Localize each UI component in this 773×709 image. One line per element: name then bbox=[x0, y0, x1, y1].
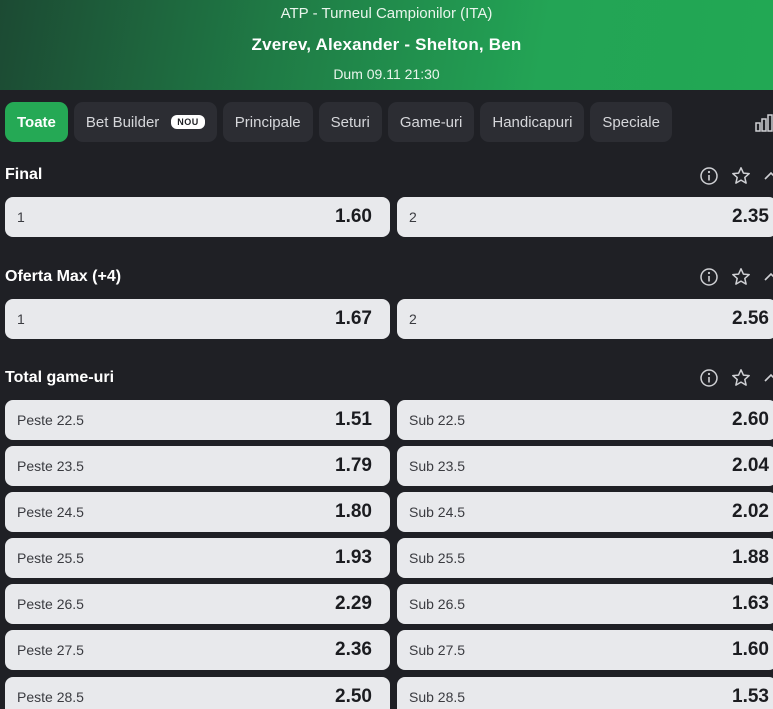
outcome-label: Sub 26.5 bbox=[409, 596, 466, 612]
odd-value: 1.51 bbox=[335, 409, 372, 430]
chevron-up-icon[interactable] bbox=[763, 368, 773, 388]
competition-name: ATP - Turneul Campionilor (ITA) bbox=[280, 5, 493, 22]
odd-button[interactable]: Sub 24.5 2.02 bbox=[397, 492, 773, 532]
match-date: Dum 09.11 21:30 bbox=[333, 66, 440, 82]
tab-seturi[interactable]: Seturi bbox=[318, 102, 382, 142]
match-title: Zverev, Alexander - Shelton, Ben bbox=[251, 35, 522, 54]
info-icon[interactable] bbox=[699, 267, 719, 287]
section-actions-total-game-uri bbox=[699, 368, 773, 388]
stats-icon[interactable] bbox=[755, 114, 773, 132]
outcome-label: Peste 25.5 bbox=[17, 550, 84, 566]
tab-label: Game-uri bbox=[399, 113, 463, 131]
tab-toate[interactable]: Toate bbox=[5, 102, 68, 142]
outcome-label: Peste 24.5 bbox=[17, 504, 84, 520]
section-title-total-game-uri: Total game-uri bbox=[5, 369, 115, 386]
star-icon[interactable] bbox=[731, 267, 751, 287]
section-actions-oferta-max bbox=[699, 267, 773, 287]
odd-value: 2.04 bbox=[732, 455, 769, 476]
odd-button[interactable]: Peste 24.5 1.80 bbox=[5, 492, 390, 532]
odd-value: 1.60 bbox=[335, 206, 372, 227]
outcome-label: 2 bbox=[409, 209, 417, 225]
info-icon[interactable] bbox=[699, 368, 719, 388]
odd-value: 2.02 bbox=[732, 501, 769, 522]
odd-value: 2.35 bbox=[732, 206, 769, 227]
section-actions-final bbox=[699, 166, 773, 186]
event-header: ATP - Turneul Campionilor (ITA) Zverev, … bbox=[0, 0, 773, 90]
outcome-label: 1 bbox=[17, 311, 25, 327]
tab-label: Bet Builder bbox=[85, 113, 160, 131]
tab-label: Seturi bbox=[330, 113, 370, 131]
outcome-label: 1 bbox=[17, 209, 25, 225]
tab-handicapuri[interactable]: Handicapuri bbox=[480, 102, 585, 142]
odd-value: 1.63 bbox=[732, 593, 769, 614]
odd-button[interactable]: Peste 28.5 2.50 bbox=[5, 677, 390, 709]
tab-game-uri[interactable]: Game-uri bbox=[387, 102, 475, 142]
odd-value: 1.88 bbox=[732, 547, 769, 568]
tab-speciale[interactable]: Speciale bbox=[590, 102, 672, 142]
tab-label: Speciale bbox=[602, 113, 660, 131]
odd-value: 1.93 bbox=[335, 547, 372, 568]
odd-value: 2.36 bbox=[335, 639, 372, 660]
outcome-label: Sub 22.5 bbox=[409, 412, 466, 428]
odd-button[interactable]: Sub 27.5 1.60 bbox=[397, 630, 773, 670]
outcome-label: Sub 24.5 bbox=[409, 504, 466, 520]
star-icon[interactable] bbox=[731, 166, 751, 186]
odd-button[interactable]: Sub 23.5 2.04 bbox=[397, 446, 773, 486]
outcome-label: Sub 27.5 bbox=[409, 642, 466, 658]
outcome-label: Peste 28.5 bbox=[17, 689, 84, 705]
star-icon[interactable] bbox=[731, 368, 751, 388]
odd-button[interactable]: Sub 22.5 2.60 bbox=[397, 400, 773, 440]
odd-button[interactable]: Sub 28.5 1.53 bbox=[397, 677, 773, 709]
outcome-label: Peste 22.5 bbox=[17, 412, 84, 428]
odd-value: 1.67 bbox=[335, 308, 372, 329]
odd-value: 2.56 bbox=[732, 308, 769, 329]
outcome-label: Peste 26.5 bbox=[17, 596, 84, 612]
odd-value: 2.60 bbox=[732, 409, 769, 430]
odd-button[interactable]: 1 1.60 bbox=[5, 197, 390, 237]
market-tabs: Toate Bet Builder NOU Principale Seturi G… bbox=[5, 102, 672, 142]
odd-button[interactable]: Peste 25.5 1.93 bbox=[5, 538, 390, 578]
odd-button[interactable]: Peste 26.5 2.29 bbox=[5, 584, 390, 624]
odd-button[interactable]: 2 2.56 bbox=[397, 299, 773, 339]
chevron-up-icon[interactable] bbox=[763, 267, 773, 287]
tab-principale[interactable]: Principale bbox=[222, 102, 313, 142]
new-badge: NOU bbox=[171, 115, 205, 129]
tab-label: Toate bbox=[17, 113, 56, 131]
odd-value: 2.29 bbox=[335, 593, 372, 614]
tab-label: Handicapuri bbox=[492, 113, 573, 131]
info-icon[interactable] bbox=[699, 166, 719, 186]
odd-button[interactable]: Peste 22.5 1.51 bbox=[5, 400, 390, 440]
odd-value: 1.80 bbox=[335, 501, 372, 522]
chevron-up-icon[interactable] bbox=[763, 166, 773, 186]
tab-label: Principale bbox=[234, 113, 301, 131]
outcome-label: Sub 28.5 bbox=[409, 689, 466, 705]
outcome-label: Sub 23.5 bbox=[409, 458, 466, 474]
outcome-label: Peste 23.5 bbox=[17, 458, 84, 474]
odd-button[interactable]: 2 2.35 bbox=[397, 197, 773, 237]
odd-value: 2.50 bbox=[335, 686, 372, 707]
outcome-label: Peste 27.5 bbox=[17, 642, 84, 658]
tab-bet-builder[interactable]: Bet Builder NOU bbox=[73, 102, 217, 142]
outcome-label: Sub 25.5 bbox=[409, 550, 466, 566]
odd-value: 1.60 bbox=[732, 639, 769, 660]
odd-button[interactable]: Sub 25.5 1.88 bbox=[397, 538, 773, 578]
section-title-oferta-max: Oferta Max (+4) bbox=[5, 268, 122, 285]
odd-button[interactable]: Peste 27.5 2.36 bbox=[5, 630, 390, 670]
section-title-final: Final bbox=[5, 166, 43, 183]
outcome-label: 2 bbox=[409, 311, 417, 327]
odd-button[interactable]: Sub 26.5 1.63 bbox=[397, 584, 773, 624]
odd-button[interactable]: 1 1.67 bbox=[5, 299, 390, 339]
odd-value: 1.53 bbox=[732, 686, 769, 707]
odd-button[interactable]: Peste 23.5 1.79 bbox=[5, 446, 390, 486]
odd-value: 1.79 bbox=[335, 455, 372, 476]
